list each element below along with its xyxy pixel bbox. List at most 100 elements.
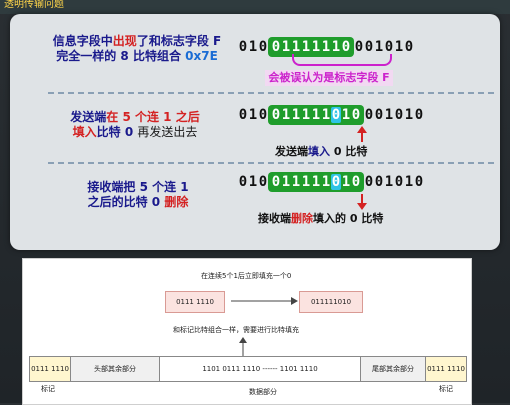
row2-label-part1: 发送端 xyxy=(70,110,107,124)
received-pattern-box: 011111010 xyxy=(268,172,364,192)
flag-label-left: 标记 xyxy=(41,385,55,393)
row3-label-part4: 删除 xyxy=(164,195,189,209)
flag-field-right: 0111 1110 xyxy=(426,357,466,381)
row2-label-part3: 填入 xyxy=(72,125,97,139)
data-field: 1101 0111 1110 ------ 1101 1110 xyxy=(160,357,361,381)
bit: 1 xyxy=(321,107,331,123)
row1-label-part1: 信息字段中 xyxy=(52,34,113,48)
row3-note-part1: 接收端 xyxy=(258,212,291,225)
header-field: 头部其余部分 xyxy=(71,357,160,381)
bit: 1 xyxy=(281,107,291,123)
original-pattern-box: 0111 1110 xyxy=(165,291,225,313)
bit: 0 xyxy=(258,107,268,123)
bit: 1 xyxy=(321,174,331,190)
bit: 1 xyxy=(404,107,414,123)
row1-label-part3: 了和标志字段 F xyxy=(136,34,222,48)
bit: 1 xyxy=(321,39,331,55)
bit: 0 xyxy=(374,107,384,123)
stuffed-bit: 0 xyxy=(331,107,341,123)
row1-label-part2: 出现 xyxy=(112,34,137,48)
bit: 1 xyxy=(404,174,414,190)
bit: 0 xyxy=(258,174,268,190)
flag-field-left: 0111 1110 xyxy=(30,357,71,381)
bit: 1 xyxy=(248,174,258,190)
bit: 1 xyxy=(311,174,321,190)
row2-note-part3: 0 比特 xyxy=(330,145,368,158)
brace-marker xyxy=(292,54,392,66)
insert-arrow xyxy=(357,126,367,142)
bit: 1 xyxy=(384,107,394,123)
row3-bitstream: 010 011111010 001010 xyxy=(238,172,424,192)
row3-label-part2: 把 5 个连 1 xyxy=(123,180,189,194)
bit: 0 xyxy=(258,39,268,55)
row1-label: 信息字段中出现了和标志字段 F 完全一样的 8 比特组合 0x7E xyxy=(32,34,242,64)
row2-bitstream: 010 011111010 001010 xyxy=(238,105,424,125)
bit: 0 xyxy=(394,174,404,190)
row3-label-part1: 接收端 xyxy=(87,180,124,194)
row3-label: 接收端把 5 个连 1 之后的比特 0 删除 xyxy=(58,180,218,210)
bit: 1 xyxy=(384,174,394,190)
bit: 1 xyxy=(248,39,258,55)
bit: 1 xyxy=(301,174,311,190)
explanation-card: 信息字段中出现了和标志字段 F 完全一样的 8 比特组合 0x7E 010 01… xyxy=(10,14,500,250)
bit: 1 xyxy=(281,39,291,55)
bit: 0 xyxy=(271,107,281,123)
bit: 1 xyxy=(374,39,384,55)
flag-label-right: 标记 xyxy=(439,385,453,393)
diagram-caption-top: 在连续5个1后立即填充一个0 xyxy=(201,272,292,280)
row2-label-part2: 在 5 个连 1 之后 xyxy=(106,110,200,124)
row2-label-part4: 比特 0 xyxy=(96,125,138,139)
bit: 1 xyxy=(341,107,351,123)
row1-label-part4: 完全一样的 8 比特组合 xyxy=(56,49,186,63)
bit: 0 xyxy=(271,39,281,55)
bit: 0 xyxy=(364,174,374,190)
bit: 0 xyxy=(374,174,384,190)
right-arrow-icon xyxy=(231,297,298,305)
bit: 1 xyxy=(394,39,404,55)
bit: 1 xyxy=(281,174,291,190)
bit: 0 xyxy=(271,174,281,190)
divider xyxy=(48,162,494,164)
row2-note: 发送端填入 0 比特 xyxy=(275,143,367,159)
bit: 1 xyxy=(311,107,321,123)
diagram-caption-mid: 和标记比特组合一样，需要进行比特填充 xyxy=(173,326,299,334)
bit: 0 xyxy=(238,107,248,123)
frame-layout: 0111 1110 头部其余部分 1101 0111 1110 ------ 1… xyxy=(29,356,467,382)
trailer-field: 尾部其余部分 xyxy=(361,357,426,381)
removed-bit: 0 xyxy=(331,174,341,190)
bit: 1 xyxy=(331,39,341,55)
bit: 0 xyxy=(238,174,248,190)
misread-warning: 会被误认为是标志字段 F xyxy=(265,70,393,86)
bit: 0 xyxy=(341,39,351,55)
bit: 1 xyxy=(311,39,321,55)
bit: 1 xyxy=(341,174,351,190)
bit: 0 xyxy=(351,174,361,190)
bit: 1 xyxy=(291,174,301,190)
row2-note-part1: 发送端 xyxy=(275,145,308,158)
bit: 0 xyxy=(351,107,361,123)
bit: 1 xyxy=(248,107,258,123)
bit: 0 xyxy=(404,39,414,55)
bit: 0 xyxy=(238,39,248,55)
bit: 0 xyxy=(354,39,364,55)
row2-label-part5: 再发送出去 xyxy=(137,125,198,139)
stuffed-pattern-box: 011111010 xyxy=(299,291,363,313)
bit: 1 xyxy=(301,39,311,55)
remove-arrow xyxy=(357,194,367,210)
page-title: 透明传输问题 xyxy=(4,0,64,10)
divider xyxy=(48,92,494,94)
row1-label-hex: 0x7E xyxy=(185,49,218,63)
bit: 0 xyxy=(414,174,424,190)
bit: 0 xyxy=(364,107,374,123)
bit: 0 xyxy=(384,39,394,55)
row3-note-part3: 填入的 0 比特 xyxy=(313,212,384,225)
data-label: 数据部分 xyxy=(249,388,277,396)
row2-label: 发送端在 5 个连 1 之后 填入比特 0 再发送出去 xyxy=(50,110,220,140)
row3-label-part3: 之后的比特 0 xyxy=(87,195,165,209)
bit: 0 xyxy=(414,107,424,123)
row3-note-part2: 删除 xyxy=(291,212,313,225)
stuffed-pattern-box: 011111010 xyxy=(268,105,364,125)
bit: 1 xyxy=(291,107,301,123)
row2-note-part2: 填入 xyxy=(308,145,330,158)
bit: 1 xyxy=(291,39,301,55)
